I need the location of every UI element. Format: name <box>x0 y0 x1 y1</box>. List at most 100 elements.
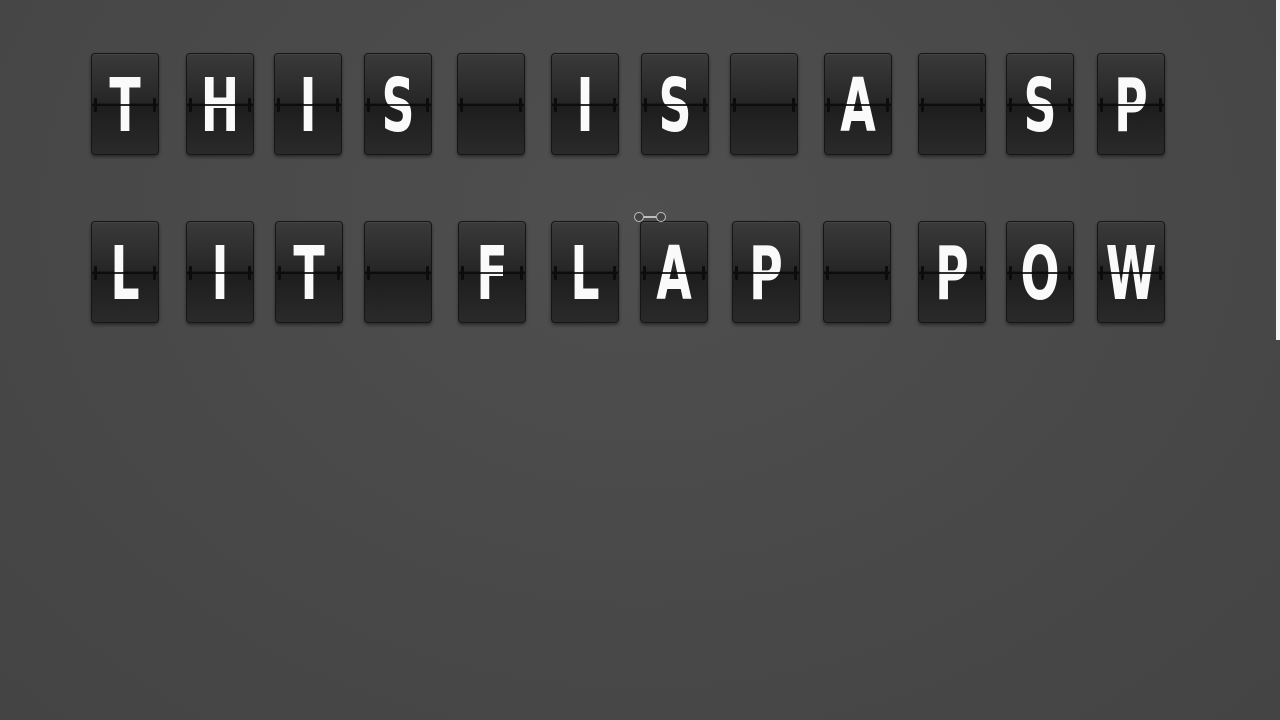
flap-tile-p: P <box>1097 53 1165 155</box>
flap-seam <box>552 104 618 106</box>
handle-ring-right <box>656 212 666 222</box>
flap-tile-h: H <box>186 53 254 155</box>
flap-hinge-left <box>189 98 192 112</box>
flap-hinge-right <box>702 266 705 280</box>
flap-seam <box>365 272 431 274</box>
flap-tile-blank <box>457 53 525 155</box>
flap-seam <box>642 104 708 106</box>
flap-tile-blank <box>364 221 432 323</box>
flap-tile-blank <box>823 221 891 323</box>
flap-seam <box>458 104 524 106</box>
flap-tile-l: L <box>91 221 159 323</box>
flap-seam <box>919 104 985 106</box>
flap-hinge-left <box>278 266 281 280</box>
flap-hinge-left <box>460 98 463 112</box>
flap-seam <box>1098 272 1164 274</box>
flap-hinge-left <box>1100 266 1103 280</box>
flap-hinge-left <box>94 98 97 112</box>
flap-seam <box>365 104 431 106</box>
flap-seam <box>1007 272 1073 274</box>
flap-hinge-right <box>153 266 156 280</box>
flap-tile-w: W <box>1097 221 1165 323</box>
flap-hinge-right <box>520 266 523 280</box>
flap-hinge-right <box>1159 98 1162 112</box>
flap-hinge-left <box>277 98 280 112</box>
flap-hinge-left <box>735 266 738 280</box>
flap-hinge-right <box>248 98 251 112</box>
flap-hinge-right <box>153 98 156 112</box>
flap-hinge-left <box>826 266 829 280</box>
split-flap-stage: THISISASP LITFLAPPOW <box>0 0 1280 720</box>
flap-tile-blank <box>918 53 986 155</box>
flap-hinge-left <box>827 98 830 112</box>
flap-hinge-left <box>921 98 924 112</box>
flap-seam <box>1007 104 1073 106</box>
flap-hinge-right <box>519 98 522 112</box>
flap-hinge-right <box>794 266 797 280</box>
flap-hinge-right <box>1159 266 1162 280</box>
flap-hinge-right <box>980 98 983 112</box>
flap-seam <box>552 272 618 274</box>
flap-seam <box>92 104 158 106</box>
flap-hinge-left <box>921 266 924 280</box>
flap-tile-i: I <box>274 53 342 155</box>
flap-seam <box>187 272 253 274</box>
flap-seam <box>459 272 525 274</box>
flap-tile-l: L <box>551 221 619 323</box>
flap-tile-a: A <box>640 221 708 323</box>
flap-hinge-right <box>980 266 983 280</box>
flap-hinge-left <box>554 266 557 280</box>
flap-hinge-left <box>461 266 464 280</box>
flap-hinge-right <box>337 266 340 280</box>
flap-tile-a: A <box>824 53 892 155</box>
flap-tile-f: F <box>458 221 526 323</box>
flap-seam <box>641 272 707 274</box>
flap-tile-s: S <box>1006 53 1074 155</box>
flap-tile-p: P <box>732 221 800 323</box>
flap-tile-i: I <box>186 221 254 323</box>
flap-hinge-right <box>426 98 429 112</box>
flap-seam <box>731 104 797 106</box>
flap-hinge-left <box>1100 98 1103 112</box>
flap-tile-t: T <box>275 221 343 323</box>
flap-seam <box>275 104 341 106</box>
flap-hinge-left <box>367 266 370 280</box>
flap-tile-s: S <box>641 53 709 155</box>
flap-row-1: THISISASP <box>0 53 1280 157</box>
flap-hinge-left <box>94 266 97 280</box>
flap-seam <box>733 272 799 274</box>
flap-tile-t: T <box>91 53 159 155</box>
flap-hinge-left <box>367 98 370 112</box>
flap-row-2: LITFLAPPOW <box>0 221 1280 325</box>
flap-hinge-right <box>1068 266 1071 280</box>
flap-tile-s: S <box>364 53 432 155</box>
flap-hinge-left <box>1009 266 1012 280</box>
flap-seam <box>187 104 253 106</box>
flap-hinge-right <box>886 98 889 112</box>
flap-hinge-left <box>643 266 646 280</box>
move-handle-icon[interactable] <box>634 212 670 226</box>
flap-hinge-left <box>1009 98 1012 112</box>
flap-seam <box>92 272 158 274</box>
flap-hinge-left <box>554 98 557 112</box>
flap-hinge-left <box>644 98 647 112</box>
flap-seam <box>919 272 985 274</box>
flap-tile-i: I <box>551 53 619 155</box>
flap-hinge-right <box>792 98 795 112</box>
handle-link <box>644 216 656 218</box>
flap-hinge-left <box>733 98 736 112</box>
flap-hinge-right <box>1068 98 1071 112</box>
flap-hinge-right <box>703 98 706 112</box>
flap-seam <box>825 104 891 106</box>
flap-hinge-right <box>613 266 616 280</box>
flap-seam <box>824 272 890 274</box>
flap-hinge-right <box>248 266 251 280</box>
flap-hinge-right <box>336 98 339 112</box>
handle-ring-left <box>634 212 644 222</box>
flap-hinge-left <box>189 266 192 280</box>
flap-tile-p: P <box>918 221 986 323</box>
flap-tile-o: O <box>1006 221 1074 323</box>
flap-hinge-right <box>426 266 429 280</box>
flap-hinge-right <box>885 266 888 280</box>
flap-hinge-right <box>613 98 616 112</box>
